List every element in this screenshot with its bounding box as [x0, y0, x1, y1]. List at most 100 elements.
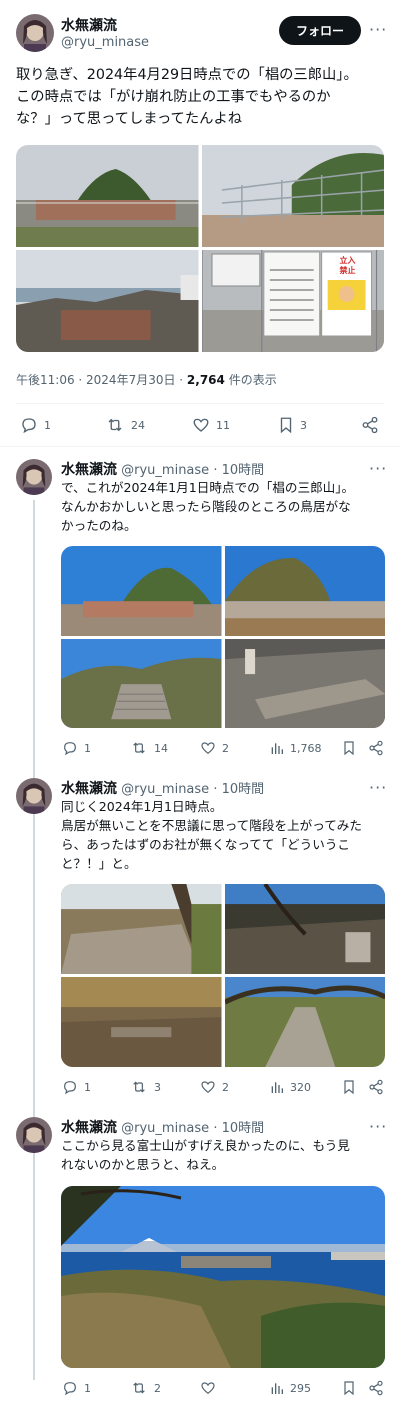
- retweet-count: 2: [154, 1381, 161, 1395]
- bookmark-count: 3: [300, 418, 307, 432]
- reply-icon: [64, 1081, 76, 1095]
- retweet-button[interactable]: 2: [130, 1380, 161, 1396]
- reply-header: 水無瀬流 @ryu_minase · 10時間: [61, 778, 264, 798]
- thread-line: [33, 500, 35, 1380]
- separator-dot: ·: [213, 1121, 218, 1136]
- reply-count: 1: [84, 1381, 91, 1395]
- reply-avatar[interactable]: [16, 778, 52, 814]
- reply-count: 1: [44, 418, 51, 432]
- share-button[interactable]: [368, 1079, 384, 1095]
- views-button[interactable]: 1,768: [270, 740, 322, 756]
- author-name[interactable]: 水無瀬流: [61, 15, 117, 35]
- reply-time[interactable]: 10時間: [222, 463, 265, 478]
- retweet-icon: [133, 1081, 145, 1093]
- reply-author-handle[interactable]: @ryu_minase: [121, 782, 209, 797]
- views-button[interactable]: 295: [270, 1380, 311, 1396]
- share-icon: [369, 740, 383, 756]
- follow-button[interactable]: フォロー: [279, 16, 361, 45]
- retweet-icon: [133, 742, 145, 754]
- share-button[interactable]: [361, 416, 379, 434]
- like-count: 2: [222, 741, 229, 755]
- reply-header: 水無瀬流 @ryu_minase · 10時間: [61, 1117, 264, 1137]
- reply-text: 同じく2024年1月1日時点。 鳥居が無いことを不思議に思って階段を上がってみた…: [61, 799, 362, 871]
- reply-author-name[interactable]: 水無瀬流: [61, 462, 117, 478]
- reply-header: 水無瀬流 @ryu_minase · 10時間: [61, 459, 264, 479]
- meta-divider: [16, 403, 384, 404]
- like-count: 2: [222, 1080, 229, 1094]
- tweet-meta: 午後11:06 · 2024年7月30日 · 2,764 件の表示: [16, 371, 277, 388]
- sign-text: 立入 禁止: [339, 256, 356, 275]
- views-count: 320: [290, 1080, 311, 1094]
- reply-time[interactable]: 10時間: [222, 782, 265, 797]
- share-button[interactable]: [368, 740, 384, 756]
- reply-button[interactable]: 1: [62, 740, 91, 756]
- heart-icon: [201, 742, 215, 755]
- reply-button[interactable]: 1: [62, 1380, 91, 1396]
- retweet-count: 14: [154, 741, 168, 755]
- heart-icon: [193, 418, 209, 432]
- reply-button[interactable]: 1: [62, 1079, 91, 1095]
- photo-sign[interactable]: 立入 禁止: [201, 250, 384, 352]
- photo-shrine-path[interactable]: [61, 884, 222, 975]
- photo-island-blue-sky[interactable]: [61, 546, 222, 637]
- views-count: 1,768: [290, 741, 322, 755]
- reply-button[interactable]: 1: [20, 416, 51, 434]
- bookmark-icon: [344, 741, 354, 756]
- author-handle[interactable]: @ryu_minase: [61, 35, 149, 50]
- photo-ground[interactable]: [61, 977, 222, 1067]
- reply-more-icon[interactable]: ···: [369, 780, 387, 796]
- reply-author-handle[interactable]: @ryu_minase: [121, 463, 209, 478]
- reply-icon: [64, 742, 76, 756]
- tweet-timestamp[interactable]: 午後11:06 · 2024年7月30日 ·: [16, 373, 187, 387]
- like-button[interactable]: [200, 1380, 222, 1396]
- reply-text: で、これが2024年1月1日時点での「椙の三郎山」。 なんかおかしいと思ったら階…: [61, 480, 355, 533]
- reply-text: ここから見る富士山がすげえ良かったのに、もう見 れないのかと思うと、ねえ。: [61, 1138, 350, 1172]
- bookmark-button[interactable]: [342, 740, 356, 756]
- retweet-button[interactable]: 3: [130, 1079, 161, 1095]
- share-icon: [369, 1079, 383, 1095]
- reply-more-icon[interactable]: ···: [369, 1119, 387, 1135]
- photo-shrine-site[interactable]: [224, 884, 385, 975]
- like-button[interactable]: 2: [200, 740, 229, 756]
- share-button[interactable]: [368, 1380, 384, 1396]
- author-avatar[interactable]: [16, 14, 54, 52]
- separator-dot: ·: [213, 463, 218, 478]
- photo-path-trees[interactable]: [224, 977, 385, 1067]
- heart-icon: [201, 1382, 215, 1395]
- retweet-button[interactable]: 24: [105, 416, 145, 434]
- reply-media-single: [61, 1186, 385, 1368]
- analytics-icon: [271, 743, 283, 754]
- reply-avatar[interactable]: [16, 1117, 52, 1153]
- photo-sea-rocks[interactable]: [16, 250, 199, 352]
- reply-count: 1: [84, 741, 91, 755]
- reply-author-name[interactable]: 水無瀬流: [61, 781, 117, 797]
- views-button[interactable]: 320: [270, 1079, 311, 1095]
- photo-stair-closeup[interactable]: [224, 639, 385, 728]
- reply-author-handle[interactable]: @ryu_minase: [121, 1121, 209, 1136]
- photo-stairs[interactable]: [61, 639, 222, 728]
- bookmark-button[interactable]: [342, 1079, 356, 1095]
- analytics-icon: [271, 1383, 283, 1394]
- reply-count: 1: [84, 1080, 91, 1094]
- like-button[interactable]: 11: [192, 416, 230, 434]
- bookmark-icon: [280, 417, 292, 434]
- retweet-button[interactable]: 14: [130, 740, 168, 756]
- like-button[interactable]: 2: [200, 1079, 229, 1095]
- more-options-icon[interactable]: ···: [369, 22, 387, 38]
- photo-mt-fuji-view[interactable]: [61, 1186, 385, 1368]
- reply-time[interactable]: 10時間: [222, 1121, 265, 1136]
- separator-dot: ·: [213, 782, 218, 797]
- reply-author-name[interactable]: 水無瀬流: [61, 1120, 117, 1136]
- reply-avatar[interactable]: [16, 459, 52, 495]
- views-count: 295: [290, 1381, 311, 1395]
- bookmark-button[interactable]: [342, 1380, 356, 1396]
- photo-island-fence[interactable]: [16, 145, 199, 247]
- photo-fence[interactable]: [201, 145, 384, 247]
- reply-icon: [64, 1382, 76, 1396]
- photo-island-side[interactable]: [224, 546, 385, 637]
- tweet-text: 取り急ぎ、2024年4月29日時点での「椙の三郎山」。 この時点では「がけ崩れ防…: [16, 67, 358, 127]
- reply-more-icon[interactable]: ···: [369, 461, 387, 477]
- bookmark-icon: [344, 1381, 354, 1396]
- share-icon: [362, 416, 378, 434]
- bookmark-button[interactable]: 3: [278, 416, 307, 434]
